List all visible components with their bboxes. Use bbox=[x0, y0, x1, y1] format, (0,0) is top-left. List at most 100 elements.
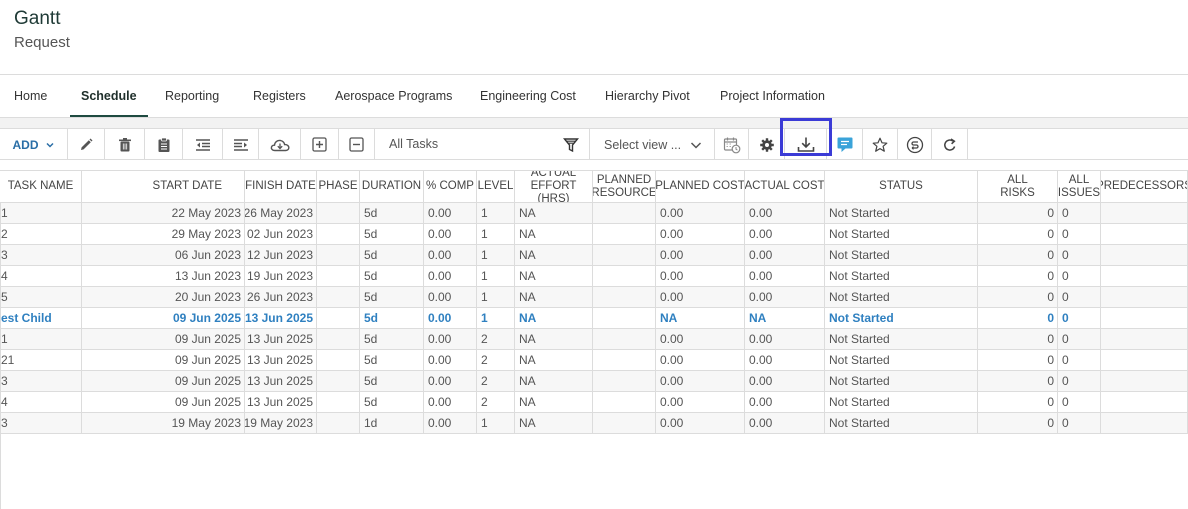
cell-issues[interactable]: 0 bbox=[1058, 203, 1101, 223]
cell-phase[interactable] bbox=[317, 266, 360, 286]
column-header[interactable]: FINISH DATE bbox=[245, 171, 317, 202]
column-header[interactable]: DURATION bbox=[360, 171, 424, 202]
cell-effort[interactable]: NA bbox=[515, 392, 593, 412]
cell-task[interactable]: 1 bbox=[0, 329, 82, 349]
column-header[interactable]: PHASE bbox=[317, 171, 360, 202]
cell-start[interactable]: 09 Jun 2025 bbox=[82, 392, 245, 412]
cell-acost[interactable]: 0.00 bbox=[745, 392, 825, 412]
cell-finish[interactable]: 12 Jun 2023 bbox=[245, 245, 317, 265]
cell-duration[interactable]: 5d bbox=[360, 371, 424, 391]
table-row[interactable]: est Child 09 Jun 2025 13 Jun 2025 5d 0.00 1 NA… bbox=[0, 308, 1188, 329]
table-row[interactable]: 4 09 Jun 2025 13 Jun 2025 5d 0.00 2 NA 0.00 0.00… bbox=[0, 392, 1188, 413]
cell-level[interactable]: 2 bbox=[477, 329, 515, 349]
filter-button[interactable] bbox=[553, 129, 590, 160]
cell-comp[interactable]: 0.00 bbox=[424, 203, 477, 223]
cell-risks[interactable]: 0 bbox=[978, 245, 1058, 265]
cell-pred[interactable] bbox=[1101, 308, 1188, 328]
table-row[interactable]: 3 19 May 2023 19 May 2023 1d 0.00 1 NA 0.00 0.00… bbox=[0, 413, 1188, 434]
tab-project-information[interactable]: Project Information bbox=[720, 80, 825, 117]
cell-phase[interactable] bbox=[317, 413, 360, 433]
column-header[interactable]: STATUS bbox=[825, 171, 978, 202]
cell-task[interactable]: 4 bbox=[0, 266, 82, 286]
cell-pred[interactable] bbox=[1101, 203, 1188, 223]
cell-acost[interactable]: 0.00 bbox=[745, 224, 825, 244]
cell-issues[interactable]: 0 bbox=[1058, 266, 1101, 286]
cell-start[interactable]: 13 Jun 2023 bbox=[82, 266, 245, 286]
cell-comp[interactable]: 0.00 bbox=[424, 224, 477, 244]
cell-effort[interactable]: NA bbox=[515, 203, 593, 223]
tab-aerospace-programs[interactable]: Aerospace Programs bbox=[335, 80, 452, 117]
cell-effort[interactable]: NA bbox=[515, 308, 593, 328]
cell-task[interactable]: 2 bbox=[0, 224, 82, 244]
refresh-button[interactable] bbox=[932, 129, 968, 160]
cell-effort[interactable]: NA bbox=[515, 287, 593, 307]
cell-risks[interactable]: 0 bbox=[978, 371, 1058, 391]
tab-schedule[interactable]: Schedule bbox=[70, 80, 148, 117]
cell-level[interactable]: 1 bbox=[477, 245, 515, 265]
cell-issues[interactable]: 0 bbox=[1058, 413, 1101, 433]
cell-acost[interactable]: 0.00 bbox=[745, 413, 825, 433]
tab-home[interactable]: Home bbox=[14, 80, 47, 117]
cell-duration[interactable]: 5d bbox=[360, 392, 424, 412]
cell-phase[interactable] bbox=[317, 392, 360, 412]
column-header[interactable]: PLANNED RESOURCE bbox=[593, 171, 656, 202]
add-button[interactable]: ADD bbox=[0, 129, 68, 160]
cell-phase[interactable] bbox=[317, 371, 360, 391]
cell-status[interactable]: Not Started bbox=[825, 287, 978, 307]
cell-finish[interactable]: 26 Jun 2023 bbox=[245, 287, 317, 307]
column-header[interactable]: PLANNED COST bbox=[656, 171, 745, 202]
tab-reporting[interactable]: Reporting bbox=[165, 80, 219, 117]
column-header[interactable]: LEVEL bbox=[477, 171, 515, 202]
cell-resource[interactable] bbox=[593, 371, 656, 391]
column-header[interactable]: START DATE bbox=[82, 171, 245, 202]
favorite-button[interactable] bbox=[863, 129, 898, 160]
cell-comp[interactable]: 0.00 bbox=[424, 329, 477, 349]
cell-pcost[interactable]: 0.00 bbox=[656, 413, 745, 433]
cell-finish[interactable]: 26 May 2023 bbox=[245, 203, 317, 223]
cell-comp[interactable]: 0.00 bbox=[424, 245, 477, 265]
cell-acost[interactable]: 0.00 bbox=[745, 266, 825, 286]
cell-issues[interactable]: 0 bbox=[1058, 308, 1101, 328]
delete-button[interactable] bbox=[105, 129, 145, 160]
table-row[interactable]: 4 13 Jun 2023 19 Jun 2023 5d 0.00 1 NA 0.00 0.00… bbox=[0, 266, 1188, 287]
cell-effort[interactable]: NA bbox=[515, 245, 593, 265]
cell-resource[interactable] bbox=[593, 392, 656, 412]
cell-pred[interactable] bbox=[1101, 371, 1188, 391]
sync-button[interactable] bbox=[898, 129, 932, 160]
cell-pcost[interactable]: 0.00 bbox=[656, 392, 745, 412]
tab-registers[interactable]: Registers bbox=[253, 80, 306, 117]
collapse-all-button[interactable] bbox=[339, 129, 375, 160]
cell-pred[interactable] bbox=[1101, 266, 1188, 286]
cell-risks[interactable]: 0 bbox=[978, 266, 1058, 286]
cell-pcost[interactable]: 0.00 bbox=[656, 329, 745, 349]
cell-effort[interactable]: NA bbox=[515, 329, 593, 349]
cell-risks[interactable]: 0 bbox=[978, 350, 1058, 370]
cell-acost[interactable]: 0.00 bbox=[745, 287, 825, 307]
cell-pcost[interactable]: 0.00 bbox=[656, 203, 745, 223]
cell-finish[interactable]: 13 Jun 2025 bbox=[245, 392, 317, 412]
cell-level[interactable]: 2 bbox=[477, 392, 515, 412]
cell-pcost[interactable]: 0.00 bbox=[656, 287, 745, 307]
outdent-button[interactable] bbox=[183, 129, 223, 160]
cell-risks[interactable]: 0 bbox=[978, 392, 1058, 412]
cell-pcost[interactable]: 0.00 bbox=[656, 371, 745, 391]
cell-duration[interactable]: 5d bbox=[360, 245, 424, 265]
cell-start[interactable]: 09 Jun 2025 bbox=[82, 371, 245, 391]
clipboard-button[interactable] bbox=[145, 129, 183, 160]
cell-start[interactable]: 29 May 2023 bbox=[82, 224, 245, 244]
cell-acost[interactable]: 0.00 bbox=[745, 203, 825, 223]
column-header[interactable]: PREDECESSORS bbox=[1101, 171, 1188, 202]
cell-duration[interactable]: 5d bbox=[360, 287, 424, 307]
cell-level[interactable]: 1 bbox=[477, 413, 515, 433]
cell-status[interactable]: Not Started bbox=[825, 413, 978, 433]
cell-comp[interactable]: 0.00 bbox=[424, 371, 477, 391]
cell-comp[interactable]: 0.00 bbox=[424, 350, 477, 370]
cell-issues[interactable]: 0 bbox=[1058, 245, 1101, 265]
cell-finish[interactable]: 13 Jun 2025 bbox=[245, 371, 317, 391]
tab-hierarchy-pivot[interactable]: Hierarchy Pivot bbox=[605, 80, 690, 117]
cell-start[interactable]: 22 May 2023 bbox=[82, 203, 245, 223]
cloud-button[interactable] bbox=[259, 129, 301, 160]
cell-phase[interactable] bbox=[317, 308, 360, 328]
edit-button[interactable] bbox=[68, 129, 105, 160]
cell-status[interactable]: Not Started bbox=[825, 245, 978, 265]
